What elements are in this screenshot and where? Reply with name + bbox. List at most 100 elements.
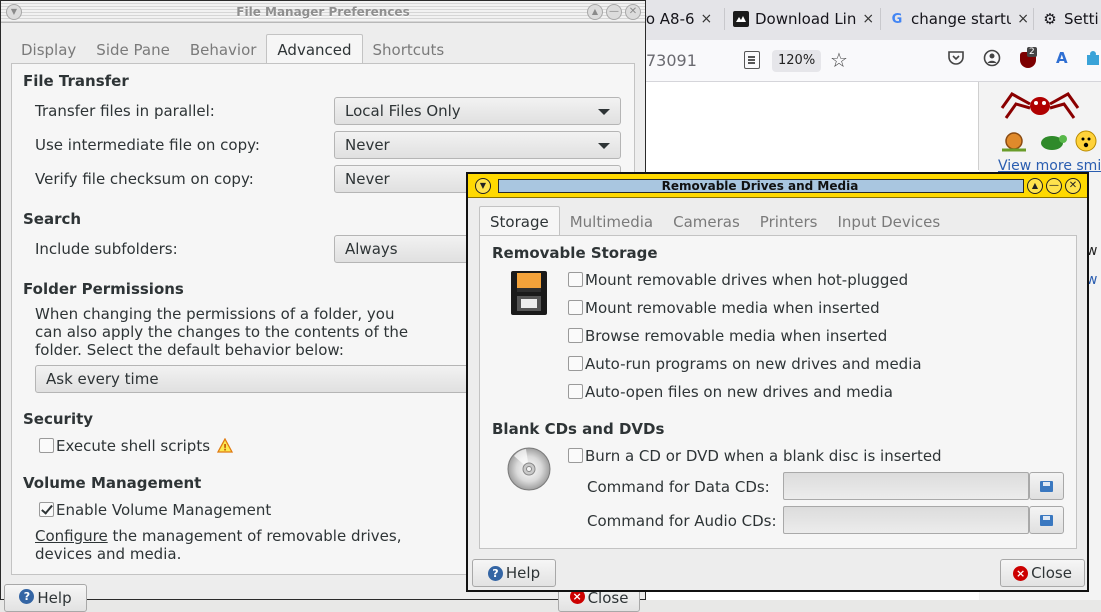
close-icon[interactable]: ×: [701, 11, 713, 27]
help-button[interactable]: ? Help: [4, 584, 87, 612]
tab-input-devices[interactable]: Input Devices: [828, 208, 951, 236]
burn-disc-label[interactable]: Burn a CD or DVD when a blank disc is in…: [585, 447, 942, 465]
intermediate-file-label: Use intermediate file on copy:: [35, 136, 260, 154]
volume-management-description-line: devices and media.: [35, 545, 182, 563]
enable-volume-management-label[interactable]: Enable Volume Management: [56, 501, 271, 519]
close-button-label: Close: [1031, 564, 1072, 582]
titlebar[interactable]: ▼ File Manager Preferences ▲ — ✕: [1, 1, 645, 23]
verify-checksum-label: Verify file checksum on copy:: [35, 170, 254, 188]
extension-icon[interactable]: [1086, 49, 1100, 72]
pocket-icon[interactable]: [947, 49, 965, 72]
browser-tab-3[interactable]: ⚙ Setti: [1042, 0, 1101, 38]
tab-bar: Display Side Pane Behavior Advanced Shor…: [11, 34, 454, 64]
execute-shell-scripts-label[interactable]: Execute shell scripts: [56, 437, 210, 455]
tab-shortcuts[interactable]: Shortcuts: [363, 36, 455, 64]
tab-printers[interactable]: Printers: [750, 208, 828, 236]
chevron-down-icon: [598, 109, 610, 115]
section-title-security: Security: [23, 410, 94, 428]
autorun-programs-checkbox[interactable]: [568, 356, 583, 371]
dropdown-value: Never: [345, 170, 390, 188]
snail-smiley-icon[interactable]: [1000, 128, 1028, 154]
url-bar-text[interactable]: 73091: [646, 51, 697, 70]
enable-volume-management-checkbox[interactable]: [39, 502, 54, 517]
reader-view-icon[interactable]: [744, 51, 760, 69]
folder-permissions-description-line: folder. Select the default behavior belo…: [35, 341, 344, 359]
minimize-icon[interactable]: —: [1046, 178, 1062, 194]
help-icon: ?: [19, 589, 35, 604]
bookmark-star-icon[interactable]: ☆: [830, 48, 848, 72]
tab-display[interactable]: Display: [11, 36, 86, 64]
mount-media-inserted-checkbox[interactable]: [568, 300, 583, 315]
close-button[interactable]: × Close: [1000, 559, 1085, 587]
dropdown-value: Always: [345, 240, 398, 258]
autoopen-files-label[interactable]: Auto-open files on new drives and media: [585, 383, 893, 401]
account-icon[interactable]: [983, 49, 1001, 72]
tab-title: ro A8-6: [640, 10, 695, 28]
transfer-parallel-dropdown[interactable]: Local Files Only: [334, 97, 621, 125]
tab-advanced[interactable]: Advanced: [266, 34, 363, 64]
tab-separator: [724, 8, 725, 30]
browse-media-inserted-label[interactable]: Browse removable media when inserted: [585, 327, 887, 345]
browser-tab-2[interactable]: G change startu ×: [889, 0, 1029, 38]
volume-management-description: Configure the management of removable dr…: [35, 527, 402, 545]
spider-smiley-icon[interactable]: [1000, 86, 1080, 126]
floppy-icon: [1040, 480, 1053, 492]
data-cd-command-label: Command for Data CDs:: [587, 478, 770, 496]
maximize-icon[interactable]: ▲: [587, 4, 603, 20]
data-cd-browse-button[interactable]: [1029, 472, 1064, 500]
close-icon[interactable]: ×: [862, 11, 874, 27]
configure-link[interactable]: Configure: [35, 527, 108, 545]
audio-cd-command-label: Command for Audio CDs:: [587, 512, 777, 530]
zoom-level-badge[interactable]: 120%: [772, 50, 822, 72]
include-subfolders-label: Include subfolders:: [35, 240, 178, 258]
mount-drives-hotplug-checkbox[interactable]: [568, 272, 583, 287]
close-icon: ×: [1013, 565, 1029, 581]
close-icon[interactable]: ✕: [625, 4, 641, 20]
tab-separator: [1033, 8, 1034, 30]
section-title-search: Search: [23, 210, 82, 228]
tab-storage[interactable]: Storage: [479, 206, 560, 236]
autoopen-files-checkbox[interactable]: [568, 384, 583, 399]
floppy-icon: [1040, 514, 1053, 526]
divider: [978, 82, 979, 170]
tab-multimedia[interactable]: Multimedia: [560, 208, 663, 236]
execute-shell-scripts-checkbox[interactable]: [39, 438, 54, 453]
maximize-icon[interactable]: ▲: [1027, 178, 1043, 194]
tab-behavior[interactable]: Behavior: [180, 36, 267, 64]
browse-media-inserted-checkbox[interactable]: [568, 328, 583, 343]
window-title: File Manager Preferences: [236, 5, 410, 19]
dropdown-value: Never: [345, 136, 390, 154]
mount-media-inserted-label[interactable]: Mount removable media when inserted: [585, 299, 880, 317]
window-menu-icon[interactable]: ▼: [475, 178, 491, 194]
help-button[interactable]: ? Help: [472, 559, 556, 587]
section-title-removable-storage: Removable Storage: [492, 244, 658, 262]
help-button-label: Help: [505, 564, 541, 582]
data-cd-command-input[interactable]: [783, 472, 1029, 500]
minimize-icon[interactable]: —: [606, 4, 622, 20]
help-button-label: Help: [37, 589, 72, 607]
close-icon[interactable]: ×: [1017, 11, 1029, 27]
burn-disc-checkbox[interactable]: [568, 448, 583, 463]
browser-tab-1[interactable]: Download Lin ×: [733, 0, 877, 38]
svg-text:!: !: [223, 444, 227, 454]
dropdown-value: Ask every time: [46, 370, 159, 388]
intermediate-file-dropdown[interactable]: Never: [334, 131, 621, 159]
chevron-down-icon: [598, 143, 610, 149]
turtle-smiley-icon[interactable]: [1036, 128, 1068, 154]
smiley-face-icon[interactable]: [1074, 128, 1098, 154]
audio-cd-browse-button[interactable]: [1029, 506, 1064, 534]
close-icon[interactable]: ✕: [1065, 178, 1081, 194]
tab-side-pane[interactable]: Side Pane: [86, 36, 180, 64]
transfer-parallel-label: Transfer files in parallel:: [35, 102, 215, 120]
section-title-folder-permissions: Folder Permissions: [23, 280, 184, 298]
browser-tab-0[interactable]: ro A8-6 ×: [640, 0, 722, 38]
audio-cd-command-input[interactable]: [783, 506, 1029, 534]
section-title-blank-cds: Blank CDs and DVDs: [492, 420, 665, 438]
cd-disc-icon: [506, 446, 552, 492]
autorun-programs-label[interactable]: Auto-run programs on new drives and medi…: [585, 355, 922, 373]
mount-drives-hotplug-label[interactable]: Mount removable drives when hot-plugged: [585, 271, 908, 289]
tab-cameras[interactable]: Cameras: [663, 208, 750, 236]
translate-icon[interactable]: A: [1056, 49, 1068, 67]
titlebar[interactable]: ▼ Removable Drives and Media ▲ — ✕: [468, 174, 1087, 198]
floppy-disk-icon: [510, 270, 548, 316]
